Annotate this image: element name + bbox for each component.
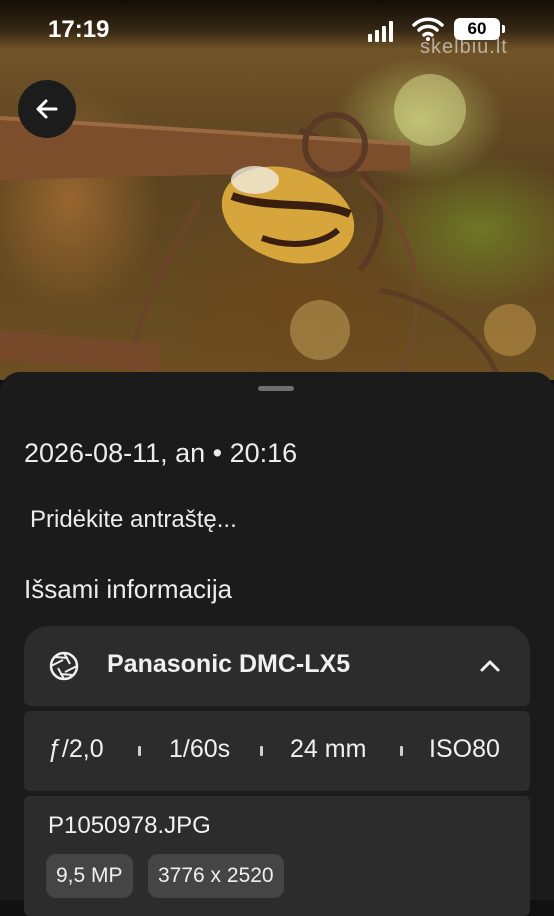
photo-datetime[interactable]: 2026-08-11, an • 20:16: [24, 438, 297, 469]
shutter-value: 1/60s: [169, 735, 231, 763]
caption-input[interactable]: Pridėkite antraštę...: [30, 506, 237, 534]
back-button[interactable]: [18, 80, 76, 138]
aperture-value: ƒ/2,0: [48, 735, 104, 763]
aperture-icon: [49, 651, 79, 681]
file-info-card: P1050978.JPG 9,5 MP 3776 x 2520: [24, 796, 530, 916]
drag-handle[interactable]: [258, 386, 294, 391]
separator-dot: [400, 746, 403, 756]
details-sheet: 2026-08-11, an • 20:16 Pridėkite antrašt…: [0, 372, 554, 916]
signal-icon: [368, 20, 393, 42]
section-title: Išsami informacija: [24, 574, 233, 604]
focal-length-value: 24 mm: [290, 735, 367, 763]
exposure-settings: ƒ/2,0 1/60s 24 mm ISO80: [24, 711, 530, 791]
status-time: 17:19: [48, 16, 110, 43]
arrow-back-icon: [36, 99, 58, 119]
watermark-logo: skelbiu.lt: [420, 36, 508, 58]
camera-card[interactable]: Panasonic DMC-LX5: [24, 626, 530, 706]
chevron-up-icon[interactable]: [476, 652, 504, 680]
camera-model: Panasonic DMC-LX5: [107, 650, 351, 678]
separator-dot: [260, 746, 263, 756]
separator-dot: [138, 746, 141, 756]
iso-value: ISO80: [429, 735, 500, 763]
megapixels-chip: 9,5 MP: [46, 854, 133, 898]
battery-tip: [502, 25, 505, 33]
resolution-chip: 3776 x 2520: [148, 854, 284, 898]
file-name: P1050978.JPG: [48, 812, 211, 839]
